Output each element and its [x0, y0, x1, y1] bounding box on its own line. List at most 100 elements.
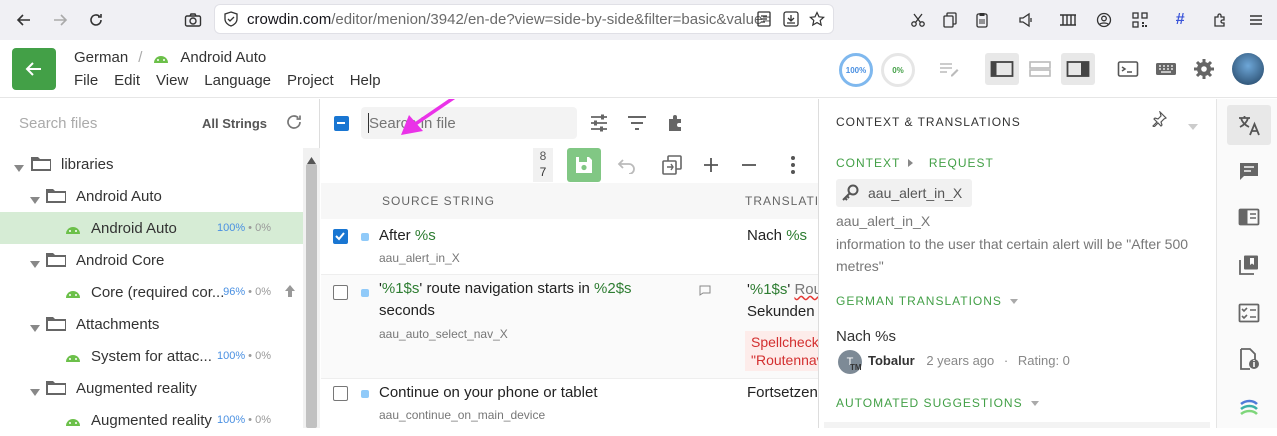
right-panel-toggle-icon[interactable] [1061, 53, 1095, 85]
account-icon[interactable] [1090, 6, 1118, 34]
ai-assistant-icon[interactable] [1227, 387, 1271, 427]
translated-pct: 100% [216, 414, 246, 426]
automated-suggestions-header[interactable]: AUTOMATED SUGGESTIONS [836, 396, 1039, 410]
file-tree-scrollbar[interactable] [303, 148, 320, 428]
menu-file[interactable]: File [74, 72, 98, 89]
filter-icon[interactable] [627, 114, 647, 137]
user-avatar[interactable] [1232, 53, 1264, 85]
scrollbar-thumb[interactable] [306, 164, 317, 428]
tree-folder-android-auto[interactable]: Android Auto [0, 180, 303, 212]
undo-icon[interactable] [617, 156, 637, 179]
row-checkbox[interactable] [333, 386, 348, 401]
save-button[interactable] [567, 148, 601, 182]
qr-code-icon[interactable] [1126, 6, 1154, 34]
menu-language[interactable]: Language [204, 72, 271, 89]
upload-arrow-icon[interactable] [284, 284, 296, 302]
back-button[interactable] [12, 48, 56, 90]
select-all-checkbox[interactable] [334, 116, 349, 131]
copy-source-icon[interactable] [661, 154, 683, 181]
columns-icon[interactable] [1054, 6, 1082, 34]
camera-icon[interactable] [177, 4, 209, 36]
row-checkbox[interactable] [333, 229, 348, 244]
tree-file-system-for-attachments[interactable]: System for attac... 100% • 0% [0, 340, 303, 372]
megaphone-icon[interactable] [1012, 6, 1040, 34]
refresh-icon[interactable] [285, 113, 303, 136]
german-translations-header[interactable]: GERMAN TRANSLATIONS [836, 294, 1019, 308]
request-context-link[interactable]: REQUEST [929, 156, 994, 170]
bookmark-star-icon[interactable] [809, 11, 825, 31]
tree-folder-augmented-reality[interactable]: Augmented reality [0, 372, 303, 404]
keyboard-icon[interactable] [1149, 53, 1183, 85]
chevron-down-icon[interactable] [1188, 117, 1198, 135]
plus-icon[interactable] [702, 156, 720, 179]
comfortable-view-icon[interactable] [1023, 53, 1057, 85]
pin-icon[interactable] [1151, 110, 1168, 132]
tree-folder-attachments[interactable]: Attachments [0, 308, 303, 340]
tree-file-augmented-reality[interactable]: Augmented reality 100% • 0% [0, 404, 303, 436]
edit-lines-icon[interactable] [932, 53, 966, 85]
translate-icon[interactable] [1227, 105, 1271, 145]
column-source: SOURCE STRING [382, 194, 496, 208]
tree-folder-libraries[interactable]: libraries [0, 148, 303, 180]
file-progress: 96% • 0% [223, 286, 271, 298]
more-vertical-icon[interactable] [790, 155, 796, 180]
tree-folder-android-core[interactable]: Android Core [0, 244, 303, 276]
tree-file-android-auto[interactable]: Android Auto 100% • 0% [0, 212, 303, 244]
comment-icon[interactable] [699, 283, 711, 301]
glossary-book-icon[interactable] [1227, 197, 1271, 237]
string-row[interactable]: After %s aau_alert_in_X Nach %s [321, 219, 818, 275]
translation-author[interactable]: Tobalur [868, 353, 915, 368]
caret-down-icon[interactable] [14, 160, 24, 177]
row-checkbox[interactable] [333, 285, 348, 300]
hash-extension-icon[interactable]: # [1166, 6, 1194, 34]
gear-icon[interactable] [1187, 53, 1221, 85]
caret-down-icon[interactable] [30, 320, 40, 337]
qa-checklist-icon[interactable] [1227, 293, 1271, 333]
menu-view[interactable]: View [156, 72, 188, 89]
search-files-input[interactable]: Search files [19, 115, 97, 132]
caret-down-icon[interactable] [30, 256, 40, 273]
minus-icon[interactable] [740, 156, 758, 179]
string-row[interactable]: '%1$s' route navigation starts in %2$s s… [321, 275, 818, 379]
context-panel: CONTEXT & TRANSLATIONS CONTEXT REQUEST a… [820, 99, 1215, 428]
menu-edit[interactable]: Edit [114, 72, 140, 89]
translator-avatar[interactable]: T TM [838, 350, 862, 374]
tree-file-core[interactable]: Core (required cor... 96% • 0% [0, 276, 303, 308]
clipboard-icon[interactable] [968, 6, 996, 34]
url-bar[interactable]: crowdin.com /editor/menion/3942/en-de?vi… [214, 4, 834, 34]
all-strings-filter[interactable]: All Strings [202, 116, 267, 131]
puzzle-plugin-icon[interactable] [665, 113, 685, 138]
pct-separator: • [245, 350, 256, 362]
string-key-chip[interactable]: aau_alert_in_X [836, 179, 973, 207]
scissors-icon[interactable] [904, 6, 932, 34]
reload-icon[interactable] [80, 4, 112, 36]
download-icon[interactable] [783, 11, 799, 31]
forward-arrow-icon[interactable] [44, 4, 76, 36]
reader-icon[interactable] [757, 11, 771, 31]
breadcrumb-project[interactable]: German [74, 49, 128, 66]
menu-project[interactable]: Project [287, 72, 334, 89]
file-info-icon[interactable] [1227, 339, 1271, 379]
comments-icon[interactable] [1227, 151, 1271, 191]
translation-memory-icon[interactable] [1227, 245, 1271, 285]
caret-down-icon[interactable] [30, 192, 40, 209]
menu-help[interactable]: Help [350, 72, 381, 89]
translation-text: Nach %s [747, 227, 808, 244]
copy-icon[interactable] [936, 6, 964, 34]
back-arrow-icon[interactable] [8, 4, 40, 36]
context-tab[interactable]: CONTEXT [836, 156, 900, 170]
side-by-side-view-icon[interactable] [985, 53, 1019, 85]
puzzle-extensions-icon[interactable] [1206, 6, 1234, 34]
approved-progress-ring: 0% [881, 53, 915, 87]
sliders-icon[interactable] [589, 113, 609, 138]
floppy-save-icon [576, 157, 592, 173]
terminal-icon[interactable] [1111, 53, 1145, 85]
string-row[interactable]: Continue on your phone or tablet aau_con… [321, 379, 818, 428]
pct-separator: • [245, 222, 256, 234]
context-description: information to the user that certain ale… [836, 236, 1189, 274]
hamburger-menu-icon[interactable] [1242, 6, 1270, 34]
caret-down-icon[interactable] [30, 384, 40, 401]
existing-translation: Nach %s [836, 328, 897, 345]
android-icon [64, 350, 82, 367]
breadcrumb-file[interactable]: Android Auto [180, 49, 266, 66]
